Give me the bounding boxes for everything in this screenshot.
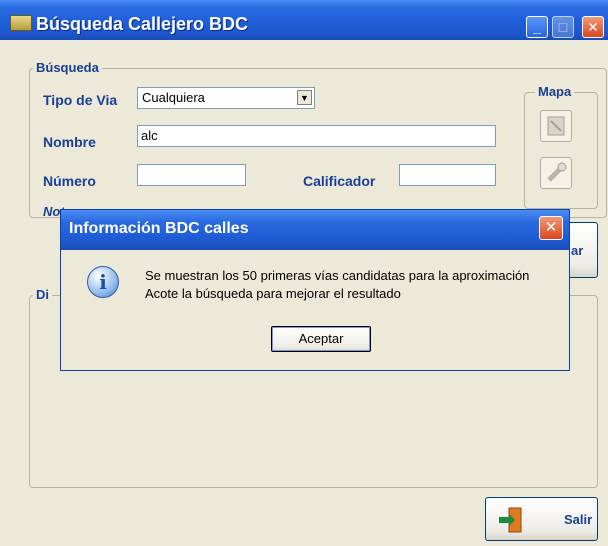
numero-input[interactable] bbox=[137, 164, 246, 186]
exit-door-icon bbox=[499, 507, 522, 533]
dialog-message-line1: Se muestran los 50 primeras vías candida… bbox=[145, 268, 530, 283]
nombre-input[interactable]: alc bbox=[137, 125, 496, 147]
maximize-button[interactable]: □ bbox=[552, 16, 574, 38]
dialog-message-line2: Acote la búsqueda para mejorar el result… bbox=[145, 286, 401, 301]
search-group-legend: Búsqueda bbox=[33, 60, 102, 75]
title-bar[interactable]: Búsqueda Callejero BDC _ □ ✕ bbox=[0, 0, 608, 40]
info-icon: i bbox=[87, 266, 119, 298]
map-group-legend: Mapa bbox=[535, 84, 575, 99]
nombre-label: Nombre bbox=[43, 134, 96, 150]
chevron-down-icon[interactable]: ▼ bbox=[297, 90, 312, 105]
calificador-input[interactable] bbox=[399, 164, 496, 186]
accept-button[interactable]: Aceptar bbox=[271, 326, 371, 352]
main-window: Búsqueda Callejero BDC _ □ ✕ Búsqueda Ti… bbox=[0, 0, 608, 546]
flashlight-icon bbox=[547, 162, 567, 182]
tipo-via-label: Tipo de Via bbox=[43, 92, 118, 108]
map-locate-button[interactable] bbox=[540, 157, 572, 189]
search-button-label: ar bbox=[571, 243, 584, 258]
close-button[interactable]: ✕ bbox=[582, 16, 604, 38]
minimize-button[interactable]: _ bbox=[526, 16, 548, 38]
info-dialog: Información BDC calles ✕ i Se muestran l… bbox=[60, 209, 570, 371]
directions-group-legend: Di bbox=[33, 287, 52, 302]
dialog-close-button[interactable]: ✕ bbox=[539, 216, 563, 240]
numero-label: Número bbox=[43, 173, 96, 189]
map-select-button[interactable] bbox=[540, 110, 572, 142]
dialog-title: Información BDC calles bbox=[69, 220, 249, 237]
app-icon bbox=[10, 15, 32, 31]
map-select-icon bbox=[547, 116, 565, 136]
tipo-via-value: Cualquiera bbox=[142, 90, 205, 105]
dialog-title-bar[interactable]: Información BDC calles ✕ bbox=[61, 210, 569, 250]
window-title: Búsqueda Callejero BDC bbox=[36, 14, 249, 34]
exit-button[interactable]: Salir bbox=[485, 497, 598, 541]
exit-button-label: Salir bbox=[564, 512, 593, 527]
calificador-label: Calificador bbox=[303, 173, 376, 189]
tipo-via-select[interactable]: Cualquiera ▼ bbox=[137, 87, 315, 109]
